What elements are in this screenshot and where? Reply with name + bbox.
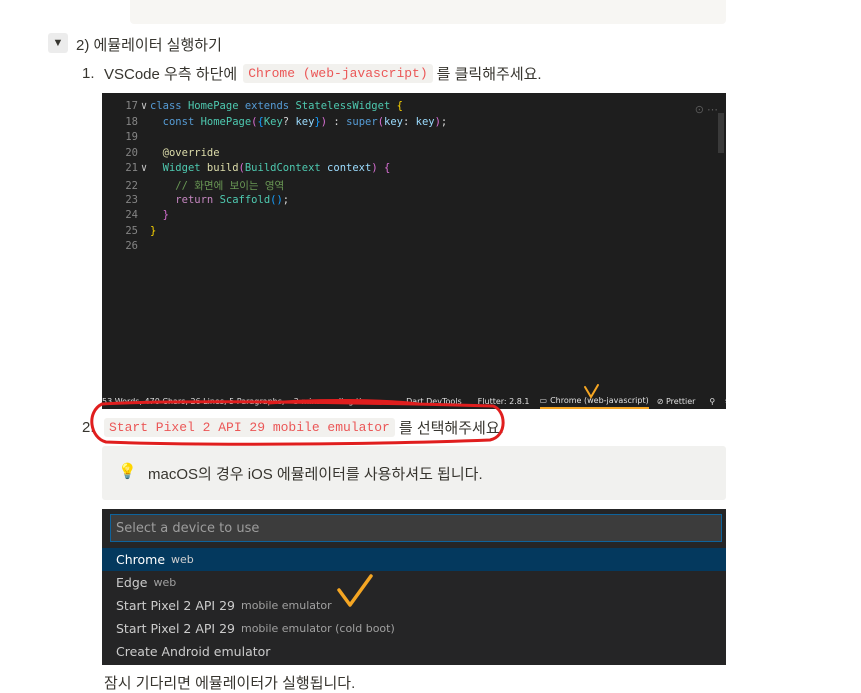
annotation-red-circle (90, 398, 505, 446)
device-option[interactable]: Create Android emulator (102, 640, 726, 663)
code-line: 21 ∨ Widget build(BuildContext context) { (125, 162, 391, 175)
toggle-arrow-icon[interactable]: ▼ (48, 33, 68, 53)
device-icon: ▭ (539, 395, 548, 405)
code-line: 25} (125, 224, 157, 237)
device-picker-screenshot: Select a device to use Chrome web Edge web S… (102, 509, 726, 665)
editor-scrollbar[interactable] (718, 113, 724, 153)
device-option[interactable]: Start Pixel 2 API 29 mobile emulator (102, 594, 726, 617)
notifications-icon[interactable]: ⍾ (725, 396, 726, 406)
callout-box: 💡 macOS의 경우 iOS 에뮬레이터를 사용하셔도 됩니다. (102, 446, 726, 500)
lightbulb-icon: 💡 (118, 463, 137, 480)
previous-code-block (130, 0, 726, 24)
code-line: 19 (125, 131, 138, 144)
code-line: 17 ∨ class HomePage extends StatelessWidge… (125, 100, 403, 112)
code-line: 26 (125, 240, 138, 253)
annotation-checkmark-icon (337, 574, 373, 607)
device-search-input[interactable]: Select a device to use (110, 514, 722, 542)
step-1-after: 를 클릭해주세요. (436, 66, 542, 83)
device-option[interactable]: Start Pixel 2 API 29 mobile emulator (col… (102, 617, 726, 640)
code-line: 24 } (125, 209, 169, 222)
feedback-icon[interactable]: ⚲ (709, 397, 715, 406)
code-line: 20 @override (125, 146, 220, 159)
callout-text: macOS의 경우 iOS 에뮬레이터를 사용하셔도 됩니다. (148, 466, 483, 483)
step-3-partial-text: 잠시 기다리면 에뮬레이터가 실행됩니다. (104, 675, 356, 692)
annotation-check-small-icon (584, 384, 599, 399)
editor-actions-icon: ⊙ ⋯ (694, 104, 718, 116)
code-line: 23 return Scaffold(); (125, 193, 290, 206)
code-line: 22 // 화면에 보이는 영역 (125, 180, 285, 192)
code-line-partial: 16 (102, 93, 138, 100)
step-1-text: VSCode 우측 하단에 Chrome (web-javascript) 를 … (104, 63, 542, 84)
device-option[interactable]: Chrome web (102, 548, 726, 571)
status-prettier[interactable]: ⊘ Prettier (657, 397, 696, 406)
device-option[interactable]: Edge web (102, 571, 726, 594)
step-1-before: VSCode 우측 하단에 (104, 66, 238, 83)
vscode-screenshot: 16 17∨class HomePage extends StatelessWi… (102, 93, 726, 409)
step-1-number: 1. (82, 65, 95, 82)
toggle-heading[interactable]: 2) 에뮬레이터 실행하기 (76, 34, 222, 55)
step-1-inline-code: Chrome (web-javascript) (243, 64, 433, 83)
code-line: 18 const HomePage({Key? key}) : super(ke… (125, 115, 448, 128)
